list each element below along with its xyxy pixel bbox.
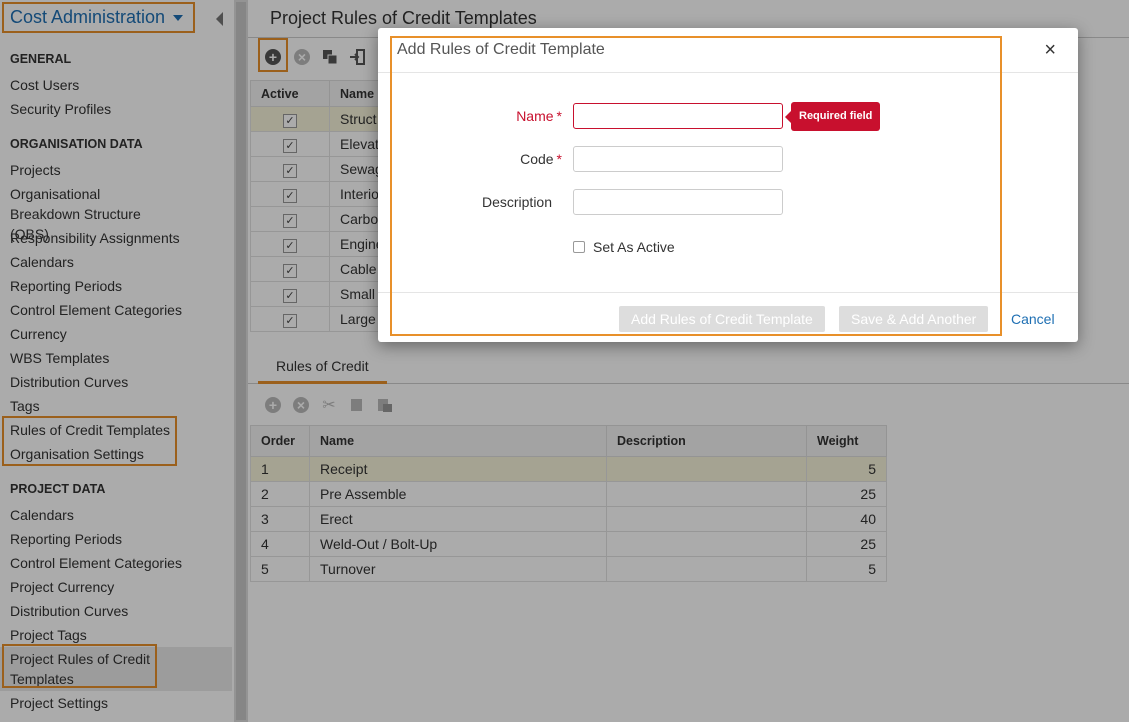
name-field-label: Name * — [388, 108, 562, 124]
set-active-row: Set As Active — [573, 239, 675, 255]
description-field-label: Description — [481, 194, 552, 210]
app-window: Cost Administration GENERAL Cost Users Sec… — [0, 0, 1129, 722]
code-label-text: Code — [520, 151, 554, 167]
name-label-text: Name — [516, 108, 554, 124]
code-field-label: Code * — [388, 151, 562, 167]
set-active-label: Set As Active — [593, 239, 675, 255]
set-active-checkbox[interactable] — [573, 241, 585, 253]
dialog-footer: Add Rules of Credit Template Save & Add … — [378, 292, 1078, 342]
dialog-title: Add Rules of Credit Template — [397, 41, 605, 58]
name-input[interactable] — [573, 103, 783, 129]
code-input[interactable] — [573, 146, 783, 172]
dialog-header: Add Rules of Credit Template × — [378, 28, 1078, 73]
save-add-another-button[interactable]: Save & Add Another — [839, 306, 989, 332]
add-template-submit-button[interactable]: Add Rules of Credit Template — [619, 306, 825, 332]
required-mark: * — [556, 108, 562, 124]
add-template-dialog: Add Rules of Credit Template × Name * Req… — [378, 28, 1078, 342]
cancel-link[interactable]: Cancel — [1011, 311, 1055, 327]
close-icon[interactable]: × — [1044, 40, 1056, 60]
required-mark: * — [556, 151, 562, 167]
required-field-tooltip: Required field — [784, 102, 881, 131]
description-input[interactable] — [573, 189, 783, 215]
